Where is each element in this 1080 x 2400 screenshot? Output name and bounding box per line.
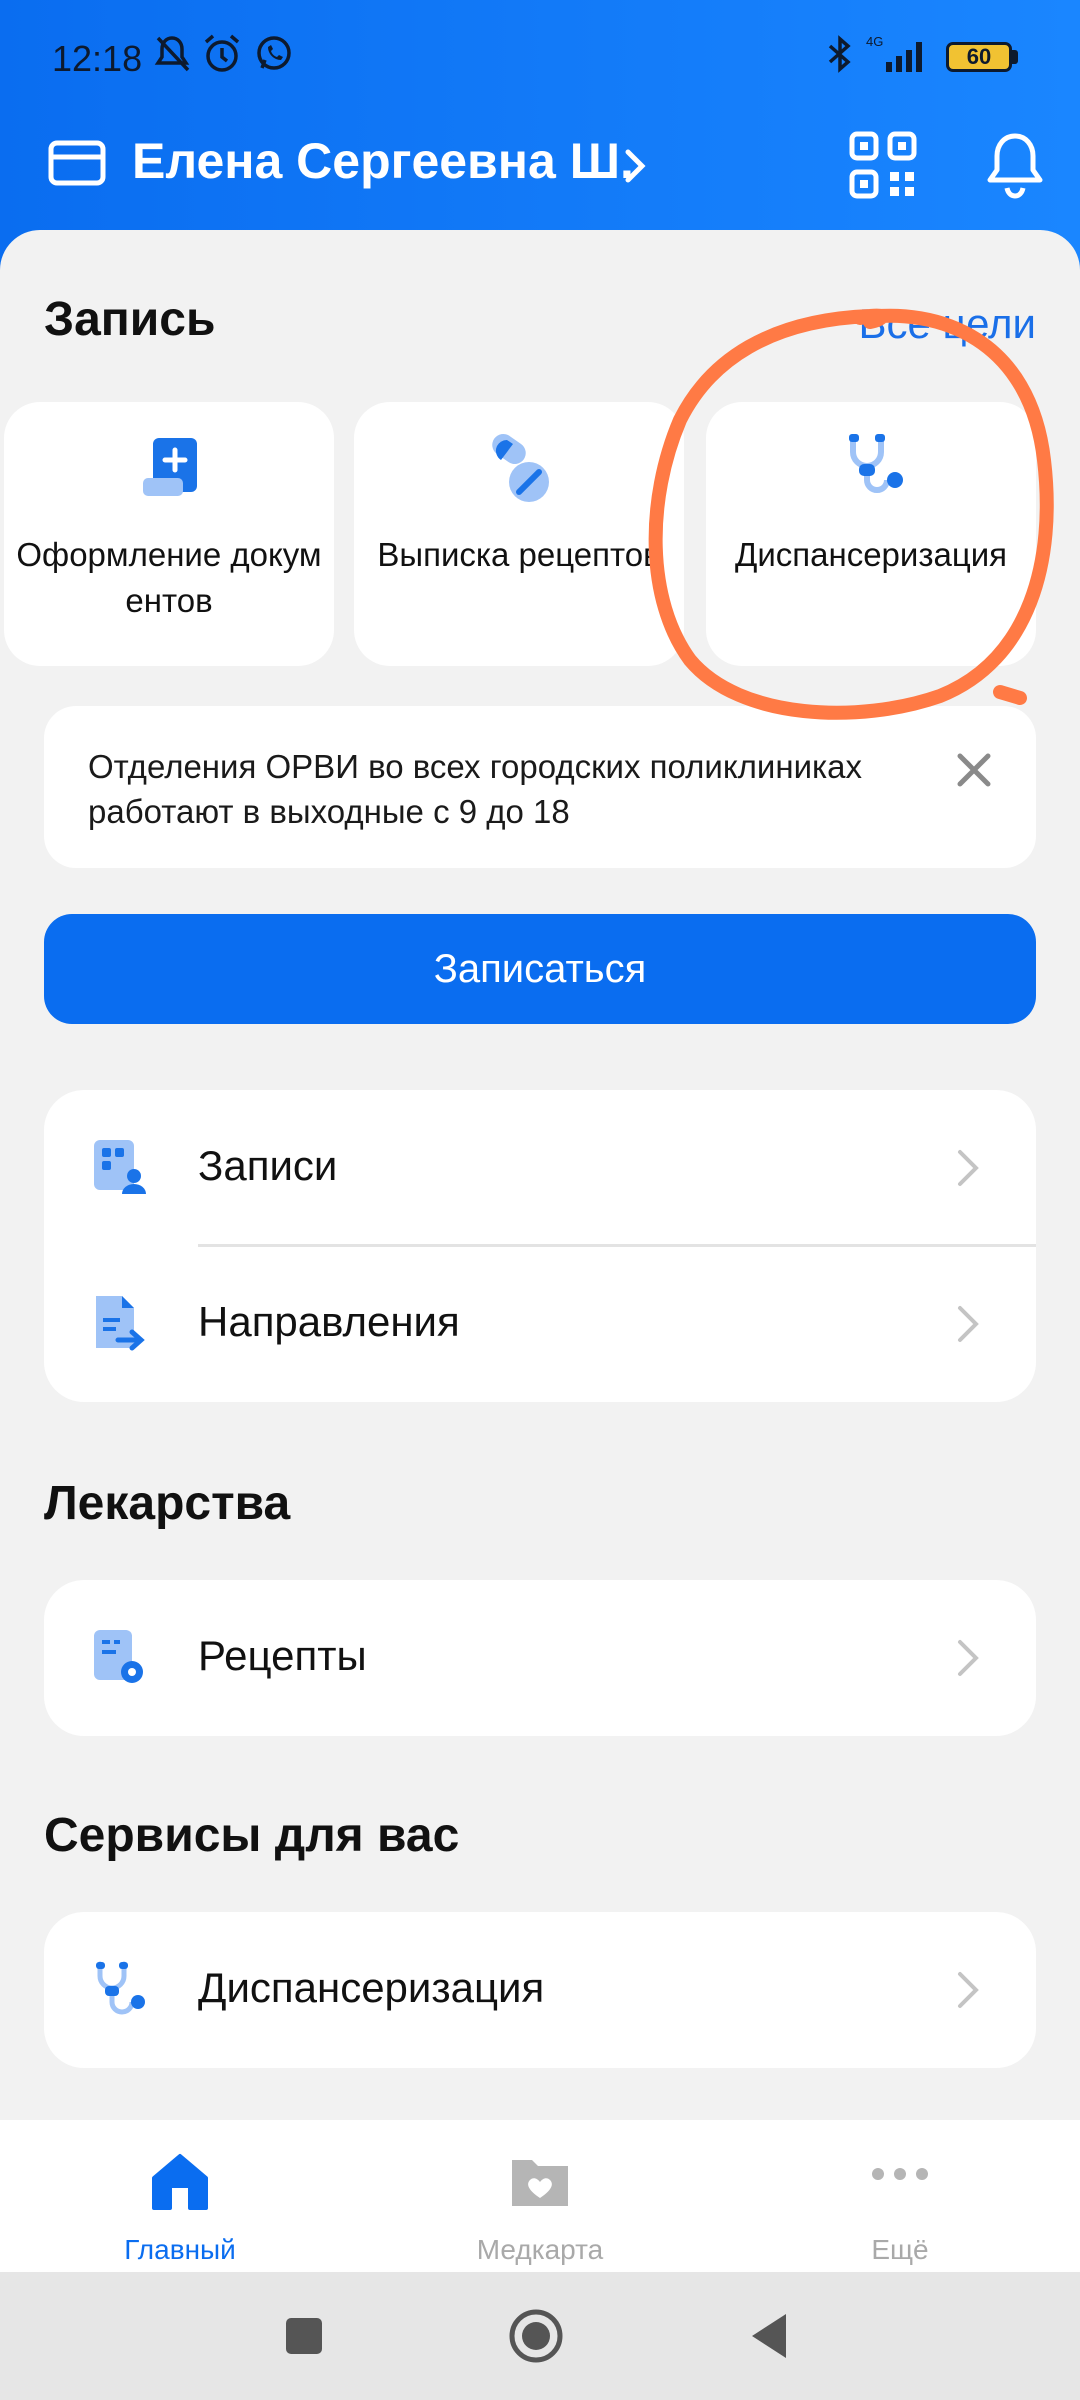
prescription-icon: [94, 1630, 143, 1683]
list-item-appointments[interactable]: Записи: [44, 1090, 1036, 1246]
list-item-label: Диспансеризация: [198, 1964, 545, 2011]
list-item-label: Записи: [198, 1142, 338, 1189]
pills-icon: [492, 433, 549, 502]
card-icon: [48, 140, 106, 186]
nav-label: Медкарта: [476, 2234, 604, 2265]
nav-medcard[interactable]: Медкарта: [440, 2138, 640, 2268]
tile-documents[interactable]: Оформление документов: [4, 402, 334, 666]
chevron-right-icon: [958, 1640, 979, 1676]
stethoscope-icon: [96, 1961, 145, 2015]
section-title-booking: Запись: [44, 293, 216, 346]
home-circle-icon[interactable]: [506, 2306, 566, 2366]
list-item-referrals[interactable]: Направления: [44, 1246, 1036, 1402]
profile-name[interactable]: Елена Сергеевна Ш.: [132, 132, 634, 190]
bell-icon[interactable]: [982, 128, 1048, 202]
document-add-icon: [143, 438, 197, 496]
status-bar: 12:18 4G 60: [0, 0, 1080, 115]
nav-more[interactable]: Ещё: [800, 2138, 1000, 2268]
tile-label: Диспансеризация: [734, 536, 1008, 573]
nav-label: Ещё: [871, 2234, 929, 2265]
tile-label: Оформление документов: [16, 536, 322, 619]
section-title-services: Сервисы для вас: [44, 1809, 460, 1862]
alarm-icon: [204, 34, 240, 72]
profile-row[interactable]: Елена Сергеевна Ш.: [0, 120, 1080, 210]
section-title-medicines: Лекарства: [44, 1477, 291, 1530]
battery-tip: [1012, 50, 1018, 64]
nav-home[interactable]: Главный: [80, 2138, 280, 2268]
system-nav-bar: [0, 2272, 1080, 2400]
chevron-right-icon: [958, 1150, 979, 1186]
whatsapp-icon: [257, 36, 291, 70]
close-icon[interactable]: [952, 748, 996, 792]
info-notice: Отделения ОРВИ во всех городских поликли…: [44, 706, 1036, 868]
tile-label: Выписка рецептов: [377, 536, 661, 573]
main-content: Запись Все цели Оформление документов Вы…: [0, 230, 1080, 2120]
all-goals-link[interactable]: Все цели: [858, 300, 1036, 348]
svg-text:4G: 4G: [866, 34, 883, 49]
more-dots-icon: [872, 2168, 928, 2180]
mute-bell-icon: [154, 36, 190, 72]
referral-icon: [96, 1296, 145, 1351]
nav-label: Главный: [124, 2234, 236, 2265]
battery-icon: 60: [946, 42, 1012, 72]
tile-prescriptions[interactable]: Выписка рецептов: [354, 402, 684, 666]
booking-list: Записи Направления: [44, 1090, 1036, 1402]
signal-4g-icon: 4G: [866, 34, 922, 72]
medcard-folder-icon: [512, 2160, 568, 2206]
chevron-right-icon: [958, 1306, 979, 1342]
tile-dispensary[interactable]: Диспансеризация: [706, 402, 1036, 666]
list-item-label: Рецепты: [198, 1632, 367, 1679]
medicines-list: Рецепты: [44, 1580, 1036, 1736]
recents-icon[interactable]: [274, 2306, 334, 2366]
bluetooth-icon: [828, 35, 851, 73]
book-appointment-button[interactable]: Записаться: [44, 914, 1036, 1024]
qr-code-icon[interactable]: [848, 130, 918, 200]
stethoscope-icon: [849, 434, 903, 493]
back-icon[interactable]: [740, 2306, 800, 2366]
chevron-right-icon[interactable]: [620, 144, 650, 188]
chevron-right-icon: [958, 1972, 979, 2008]
services-list: Диспансеризация: [44, 1912, 1036, 2068]
notice-text: Отделения ОРВИ во всех городских поликли…: [88, 748, 863, 830]
appointments-icon: [94, 1140, 146, 1194]
list-item-dispensary[interactable]: Диспансеризация: [44, 1912, 1036, 2068]
status-time: 12:18: [52, 38, 143, 79]
list-item-prescriptions[interactable]: Рецепты: [44, 1580, 1036, 1736]
bottom-nav: Главный Медкарта Ещё: [0, 2120, 1080, 2272]
list-item-label: Направления: [198, 1298, 460, 1345]
home-icon: [152, 2154, 208, 2210]
